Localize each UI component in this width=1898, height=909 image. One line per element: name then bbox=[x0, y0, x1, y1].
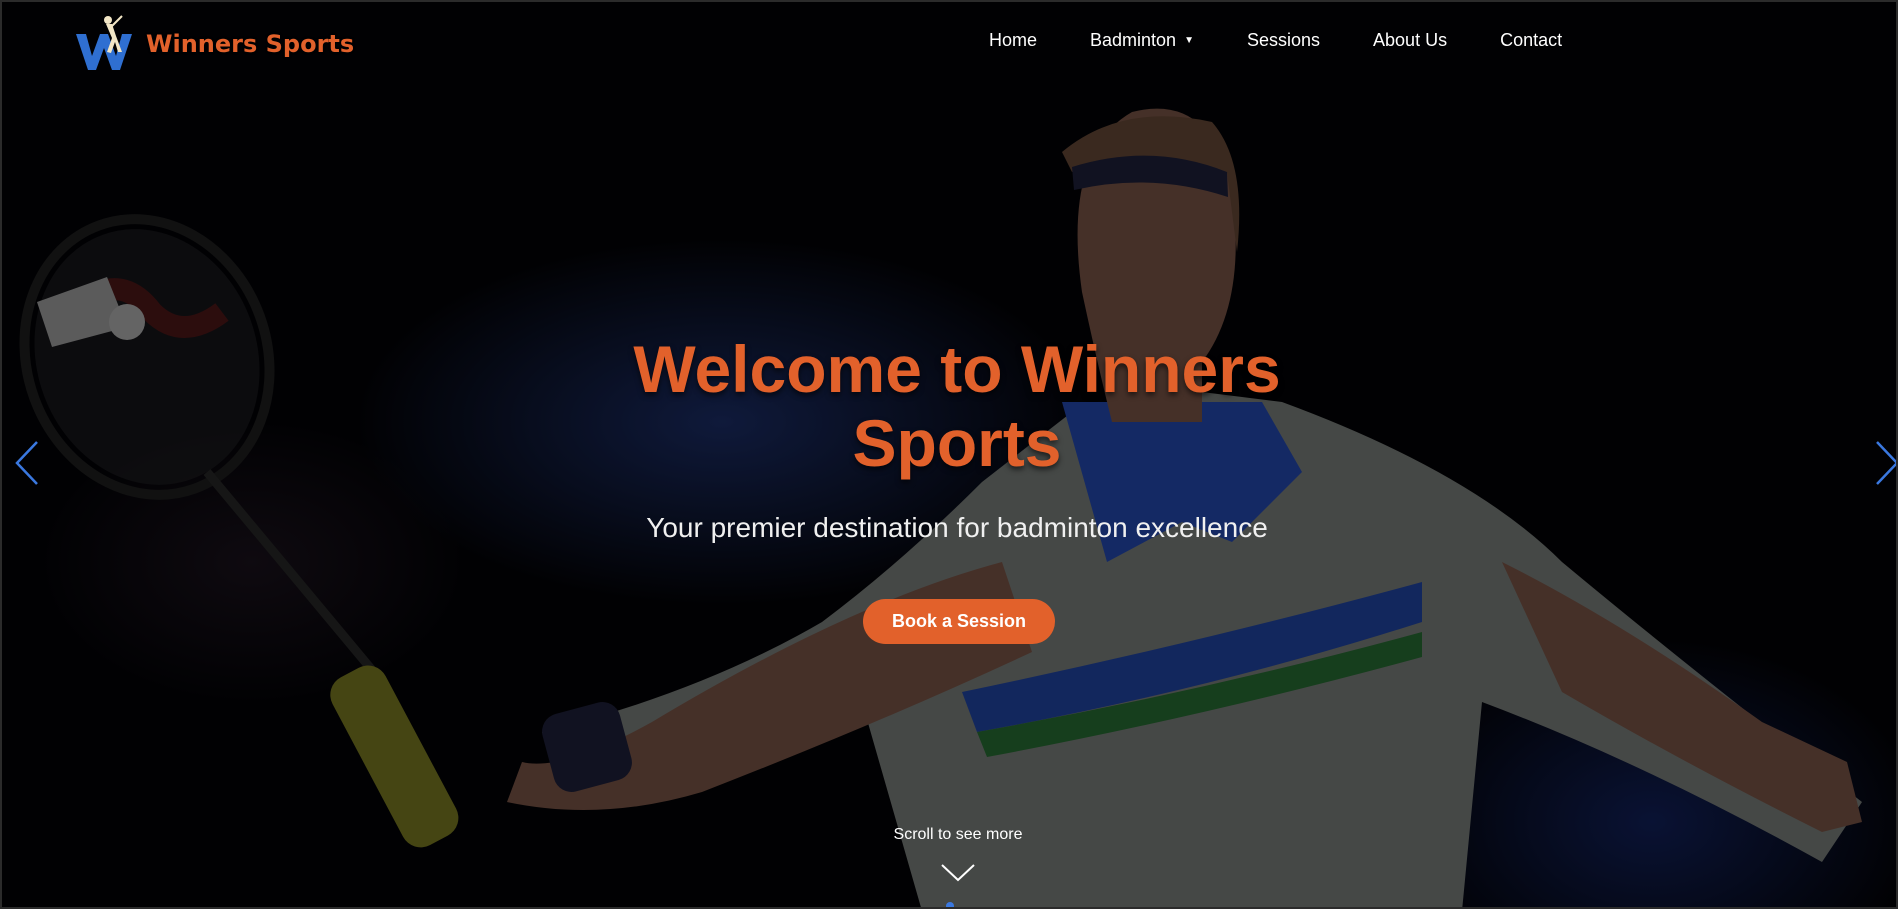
chevron-left-icon[interactable] bbox=[12, 438, 42, 488]
nav-item-contact[interactable]: Contact bbox=[1500, 30, 1562, 51]
caret-down-icon: ▼ bbox=[1184, 35, 1194, 46]
badminton-player-w-logo-icon bbox=[76, 15, 132, 70]
hero-subtitle: Your premier destination for badminton e… bbox=[646, 512, 1268, 543]
nav-item-sessions[interactable]: Sessions bbox=[1247, 30, 1320, 51]
nav-item-about-us[interactable]: About Us bbox=[1373, 30, 1447, 51]
nav-item-badminton-label: Badminton bbox=[1090, 30, 1177, 50]
brand-logo[interactable]: Winners Sports bbox=[72, 12, 354, 76]
chevron-down-icon[interactable] bbox=[940, 862, 976, 884]
scroll-indicator-dot bbox=[946, 902, 954, 907]
nav-item-home[interactable]: Home bbox=[989, 30, 1037, 51]
hero-section: Winners Sports Home Badminton ▼ Sessions… bbox=[0, 0, 1898, 909]
nav-item-badminton[interactable]: Badminton ▼ bbox=[1090, 30, 1194, 51]
chevron-right-icon[interactable] bbox=[1872, 438, 1898, 488]
scroll-hint: Scroll to see more bbox=[893, 826, 1023, 843]
book-session-button[interactable]: Book a Session bbox=[863, 599, 1055, 644]
site-header: Winners Sports Home Badminton ▼ Sessions… bbox=[2, 2, 1896, 82]
hero-title: Welcome to Winners Sports bbox=[633, 332, 1281, 480]
brand-name: Winners Sports bbox=[146, 30, 355, 58]
main-nav: Home Badminton ▼ Sessions About Us Conta… bbox=[989, 30, 1562, 51]
